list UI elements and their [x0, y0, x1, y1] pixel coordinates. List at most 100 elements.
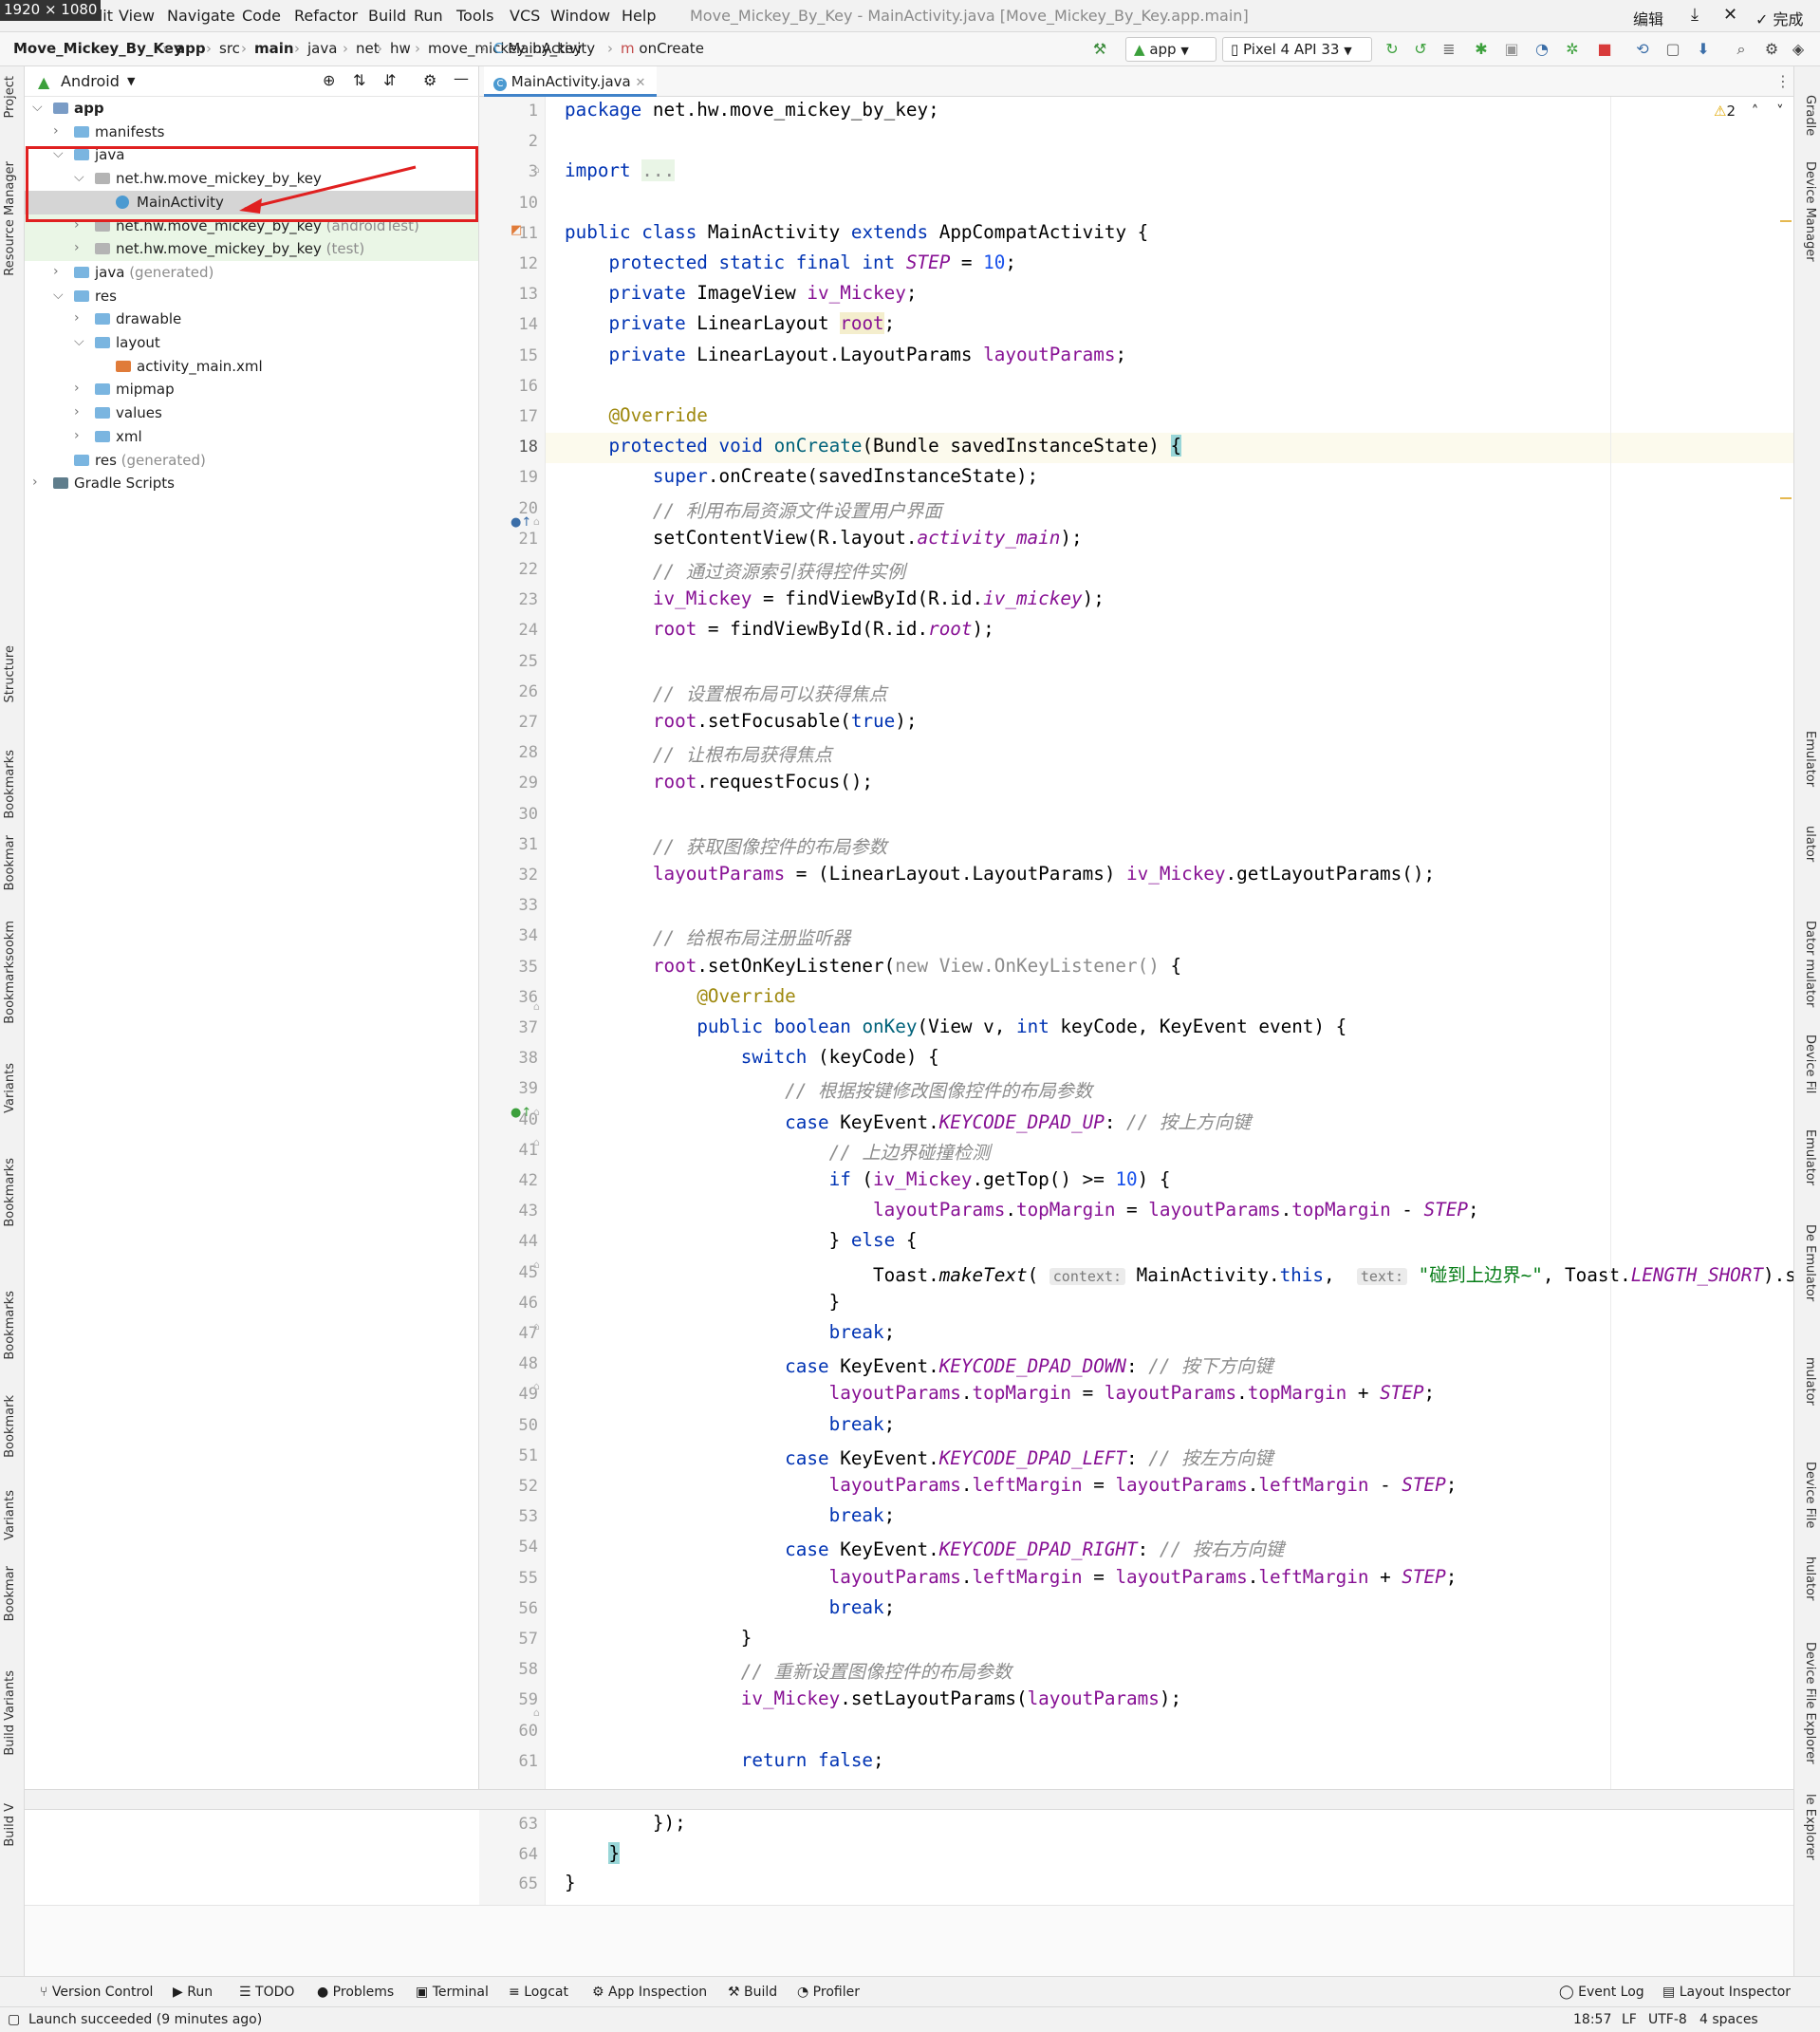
tab-mainactivity[interactable]: C MainActivity.java ✕ — [484, 66, 658, 97]
caret-position[interactable]: 18:57 — [1573, 2012, 1611, 2027]
download-icon[interactable]: ⤓ — [1691, 5, 1699, 25]
tool-strip-structure[interactable]: Structure — [3, 645, 22, 702]
tree-item[interactable]: › mipmap — [25, 378, 478, 401]
tool-strip-bookmarks[interactable]: Bookmarks — [3, 1291, 22, 1360]
tree-item[interactable]: › values — [25, 401, 478, 425]
tool-window-logcat[interactable]: ≡ Logcat — [509, 1985, 568, 2000]
tool-strip-resource-manager[interactable]: Resource Manager — [3, 161, 22, 276]
debug-icon[interactable]: ✱ — [1473, 41, 1490, 58]
device-manager-icon[interactable]: ▢ — [1664, 41, 1681, 58]
tree-item[interactable]: ⌵ layout — [25, 331, 478, 355]
fold-marker-icon[interactable]: ⌂ — [533, 1320, 540, 1333]
breadcrumb-item-hw[interactable]: hw — [390, 40, 411, 57]
chevron-up-icon[interactable]: ˄ — [1752, 103, 1759, 120]
fold-marker-icon[interactable]: ⌂ — [533, 1258, 540, 1271]
code-editor[interactable]: }); }} — [546, 1810, 1793, 1905]
tree-item[interactable]: res (generated) — [25, 449, 478, 473]
rerun-icon[interactable]: ↻ — [1384, 41, 1401, 58]
sdk-manager-icon[interactable]: ⬇ — [1695, 41, 1712, 58]
hammer-icon[interactable]: ⚒ — [1091, 41, 1108, 58]
close-icon[interactable]: ✕ — [1723, 5, 1737, 25]
tool-strip-ulator[interactable]: ulator — [1798, 826, 1817, 862]
tool-strip-device-manager[interactable]: Device Manager — [1798, 161, 1817, 262]
tool-strip-hulator[interactable]: hulator — [1798, 1557, 1817, 1600]
fold-marker-icon[interactable]: ⌂ — [533, 163, 540, 176]
override-icon[interactable]: ●↑ — [511, 515, 531, 530]
tool-strip-device-file[interactable]: Device File — [1798, 1462, 1817, 1528]
tool-strip-de-emulator[interactable]: De Emulator — [1798, 1224, 1817, 1301]
breadcrumb-item-net[interactable]: net — [356, 40, 380, 57]
tool-window-build[interactable]: ⚒ Build — [728, 1985, 777, 2000]
chevron-down-icon[interactable]: ˅ — [1776, 103, 1784, 120]
chevron-right-icon[interactable]: › — [74, 404, 80, 419]
tool-strip-variants[interactable]: Variants — [3, 1490, 22, 1540]
search-icon[interactable]: ⌕ — [1733, 41, 1750, 58]
fold-marker-icon[interactable]: ⌂ — [533, 1106, 540, 1118]
tree-item[interactable]: › drawable — [25, 308, 478, 331]
menu-item-build[interactable]: Build — [368, 7, 406, 25]
more-tabs-icon[interactable]: ⋮ — [1775, 72, 1791, 90]
tool-strip-bookmar[interactable]: Bookmar — [3, 835, 22, 890]
tool-strip-bookmarks[interactable]: Bookmarks — [3, 750, 22, 819]
tool-window-layout-inspector[interactable]: ▤ Layout Inspector — [1662, 1985, 1791, 2000]
menu-item-code[interactable]: Code — [242, 7, 281, 25]
breadcrumb-item-java[interactable]: java — [307, 40, 337, 57]
breadcrumb-item-app[interactable]: app — [176, 40, 206, 57]
tool-strip-device-file-explorer[interactable]: Device File Explorer — [1798, 1642, 1817, 1764]
fold-marker-icon[interactable]: ⌂ — [533, 1706, 540, 1719]
tree-item[interactable]: activity_main.xml — [25, 355, 478, 379]
tool-strip-device-fil[interactable]: Device Fil — [1798, 1035, 1817, 1093]
breadcrumb-item-main[interactable]: main — [254, 40, 294, 57]
status-bar-toggle-icon[interactable]: ▢ — [8, 2012, 20, 2027]
menu-item-help[interactable]: Help — [622, 7, 656, 25]
tool-window-version-control[interactable]: ⑂ Version Control — [40, 1985, 153, 2000]
profile-icon[interactable]: ◔ — [1533, 41, 1551, 58]
implement-icon[interactable]: ●↑ — [511, 1106, 531, 1120]
tool-window-profiler[interactable]: ◔ Profiler — [797, 1985, 860, 2000]
tool-strip-bookmark[interactable]: Bookmark — [3, 1395, 22, 1458]
chevron-right-icon[interactable]: › — [74, 310, 80, 326]
stop-icon[interactable]: ■ — [1596, 41, 1613, 58]
tool-window-problems[interactable]: ● Problems — [317, 1985, 394, 2000]
gear-icon[interactable]: ⚙ — [1763, 41, 1780, 58]
menu-item-window[interactable]: Window — [550, 7, 610, 25]
tool-strip-le-explorer[interactable]: le Explorer — [1798, 1794, 1817, 1860]
fold-marker-icon[interactable]: ⌂ — [533, 1380, 540, 1392]
assistant-icon[interactable]: ◈ — [1790, 41, 1807, 58]
tool-strip-dator-mulator[interactable]: Dator mulator — [1798, 921, 1817, 1007]
tree-item[interactable]: › xml — [25, 425, 478, 449]
fold-marker-icon[interactable]: ⌂ — [533, 1136, 540, 1148]
menu-item-tools[interactable]: Tools — [456, 7, 493, 25]
chevron-right-icon[interactable]: › — [74, 381, 80, 396]
menu-item-view[interactable]: View — [119, 7, 155, 25]
tool-window-event-log[interactable]: ◯ Event Log — [1559, 1985, 1644, 2000]
tool-strip-variants[interactable]: Variants — [3, 1063, 22, 1113]
fold-marker-icon[interactable]: ⌂ — [533, 1000, 540, 1013]
inspection-widget[interactable]: ⚠2 ˄ ˅ — [1714, 103, 1784, 120]
tool-window-todo[interactable]: ☰ TODO — [239, 1985, 294, 2000]
file-encoding[interactable]: UTF-8 — [1648, 2012, 1687, 2027]
tool-strip-mulator[interactable]: mulator — [1798, 1357, 1817, 1406]
menu-item-run[interactable]: Run — [414, 7, 443, 25]
tool-strip-bookmarksookm[interactable]: Bookmarksookm — [3, 921, 22, 1024]
tool-strip-bookmar[interactable]: Bookmar — [3, 1566, 22, 1621]
chevron-right-icon[interactable]: › — [32, 475, 38, 490]
tool-strip-emulator[interactable]: Emulator — [1798, 731, 1817, 787]
chevron-right-icon[interactable]: › — [74, 428, 80, 443]
breadcrumb-item-oncreate[interactable]: m onCreate — [621, 40, 704, 57]
tool-strip-project[interactable]: Project — [3, 76, 22, 118]
menu-item-vcs[interactable]: VCS — [510, 7, 540, 25]
edit-mode-label[interactable]: 编辑 — [1633, 7, 1663, 29]
tool-window-terminal[interactable]: ▣ Terminal — [416, 1985, 489, 2000]
tool-strip-build-variants[interactable]: Build Variants — [3, 1670, 22, 1756]
attach-debugger-icon[interactable]: ✲ — [1564, 41, 1581, 58]
tool-window-app-inspection[interactable]: ⚙ App Inspection — [592, 1985, 707, 2000]
run-config-select[interactable]: ▲ app ▼ — [1125, 37, 1216, 62]
apply-changes-icon[interactable]: ↺ — [1412, 41, 1429, 58]
android-resource-icon[interactable]: ◩ — [511, 223, 522, 237]
close-tab-icon[interactable]: ✕ — [636, 76, 646, 90]
done-button[interactable]: ✓ 完成 — [1755, 7, 1804, 29]
indent-setting[interactable]: 4 spaces — [1699, 2012, 1758, 2027]
sync-gradle-icon[interactable]: ⟲ — [1634, 41, 1651, 58]
coverage-icon[interactable]: ▣ — [1503, 41, 1520, 58]
